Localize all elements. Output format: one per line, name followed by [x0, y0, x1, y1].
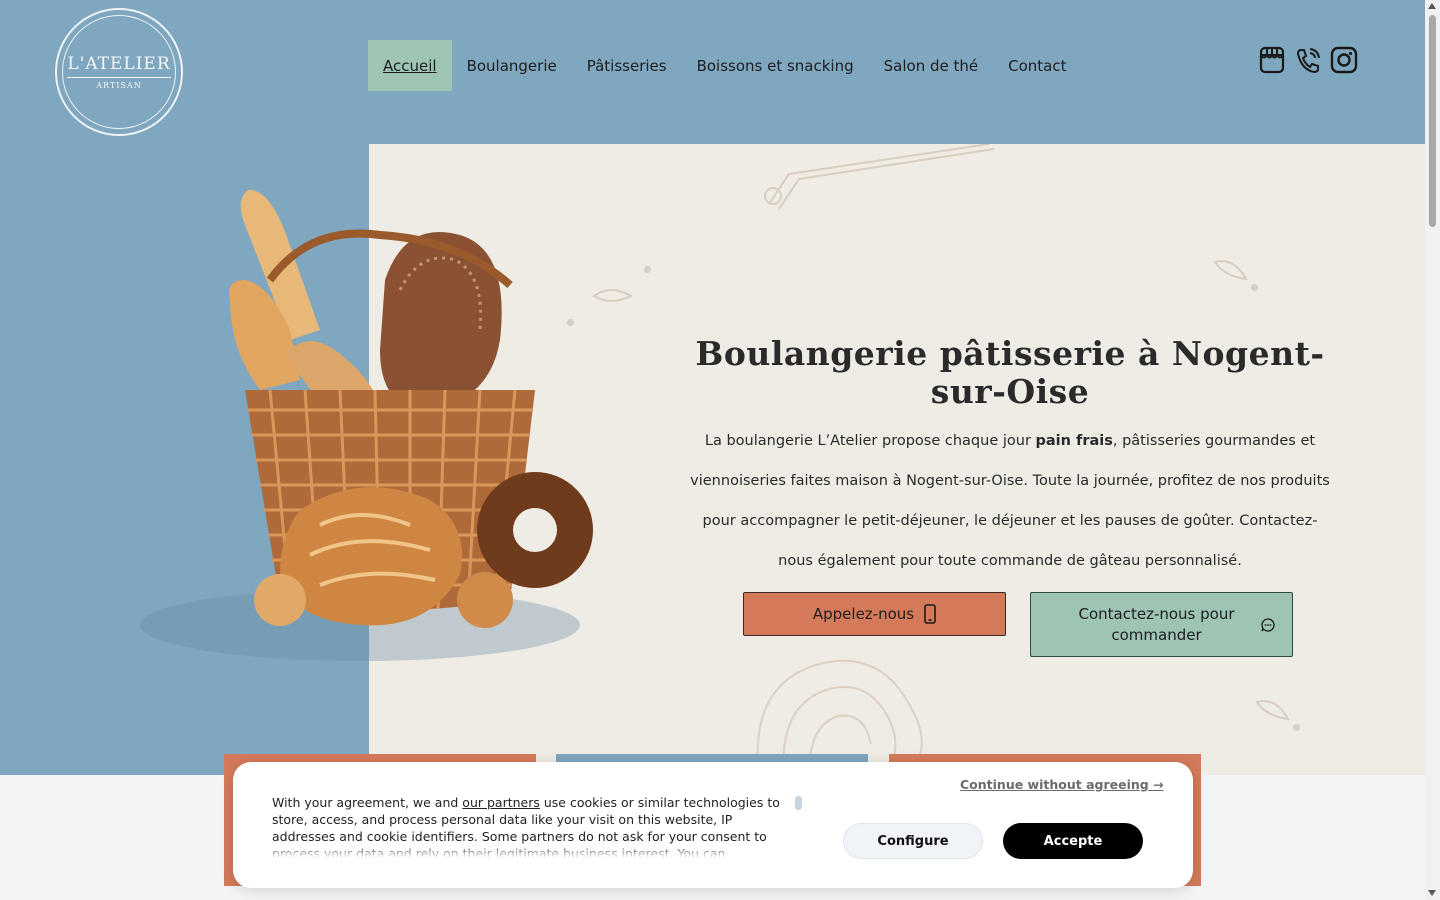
hero-text-part: La boulangerie L’Atelier propose chaque …	[704, 433, 1036, 449]
page-scrollbar[interactable]	[1425, 0, 1440, 900]
scrollbar-thumb[interactable]	[1429, 15, 1436, 227]
scroll-up-arrow-icon[interactable]	[1428, 3, 1436, 9]
accept-button[interactable]: Accepte	[1003, 823, 1143, 859]
nav-item-contact[interactable]: Contact	[993, 40, 1081, 91]
nav-item-boissons[interactable]: Boissons et snacking	[682, 40, 869, 91]
hero-title: Boulangerie pâtisserie à Nogent-sur-Oise	[695, 334, 1325, 411]
nav-item-accueil[interactable]: Accueil	[368, 40, 452, 91]
dot-decoration	[1293, 724, 1300, 731]
call-button-label: Appelez-nous	[812, 605, 915, 623]
leaf-decoration-icon	[1255, 700, 1290, 721]
storefront-icon[interactable]	[1258, 45, 1286, 75]
hero-text-part: , pâtisseries gourmandes et viennoiserie…	[690, 433, 1330, 569]
cookie-text-part: With your agreement, we and	[272, 795, 463, 810]
dot-decoration	[1251, 284, 1258, 291]
logo-subtitle: ARTISAN	[96, 81, 142, 90]
nav-item-boulangerie[interactable]: Boulangerie	[452, 40, 572, 91]
contact-order-button[interactable]: Contactez-nous pour commander	[1030, 592, 1293, 657]
partners-link[interactable]: our partners	[462, 795, 540, 810]
rolling-pin-illustration	[764, 144, 995, 210]
mobile-phone-icon	[924, 604, 936, 624]
site-logo[interactable]: L'ATELIER ARTISAN	[55, 8, 183, 136]
cookie-consent-banner: Continue without agreeing → With your ag…	[233, 762, 1193, 888]
scroll-down-arrow-icon[interactable]	[1428, 890, 1436, 896]
nav-item-patisseries[interactable]: Pâtisseries	[572, 40, 682, 91]
call-button[interactable]: Appelez-nous	[743, 592, 1006, 636]
main-nav: Accueil Boulangerie Pâtisseries Boissons…	[368, 40, 1081, 91]
hero-text-bold: pain frais	[1035, 433, 1113, 449]
hero-description: La boulangerie L’Atelier propose chaque …	[690, 421, 1330, 581]
chat-bubble-icon	[1261, 618, 1275, 632]
page: L'ATELIER ARTISAN Accueil Boulangerie Pâ…	[0, 0, 1440, 900]
cookie-consent-text: With your agreement, we and our partners…	[272, 794, 792, 858]
continue-without-agreeing-link[interactable]: Continue without agreeing →	[960, 777, 1164, 792]
phone-icon[interactable]	[1294, 45, 1322, 75]
logo-title: L'ATELIER	[67, 54, 171, 78]
nav-item-salon-de-the[interactable]: Salon de thé	[869, 40, 993, 91]
dot-decoration	[644, 266, 651, 273]
configure-button[interactable]: Configure	[843, 823, 983, 859]
cookie-text-scrollbar[interactable]	[795, 796, 802, 810]
instagram-icon[interactable]	[1330, 45, 1358, 75]
leaf-decoration-icon	[1213, 260, 1248, 281]
bread-basket-image	[140, 189, 593, 661]
header-icon-links	[1258, 45, 1358, 75]
contact-order-button-label: Contactez-nous pour commander	[1078, 604, 1235, 644]
